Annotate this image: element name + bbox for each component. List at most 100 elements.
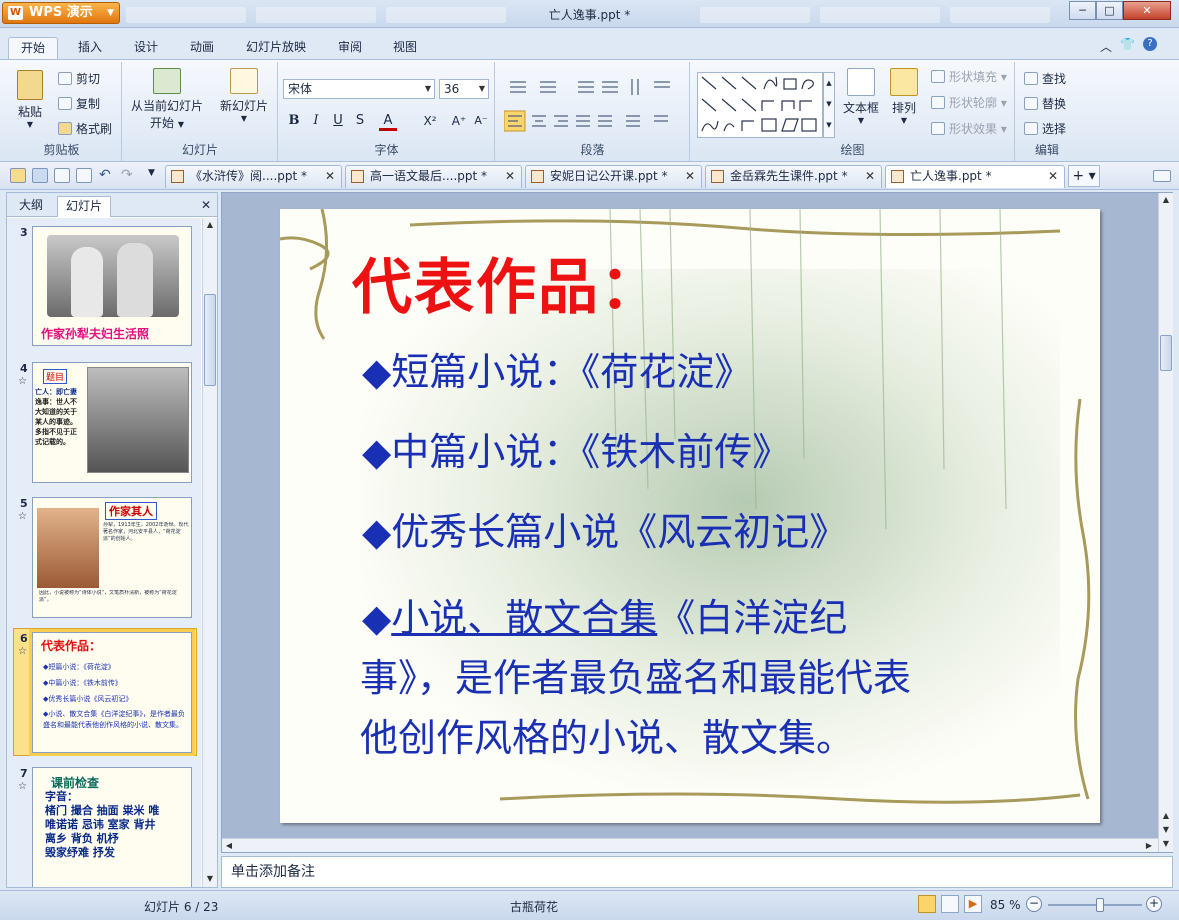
close-button[interactable]: ✕ xyxy=(1123,1,1171,20)
tab-animation[interactable]: 动画 xyxy=(178,37,226,59)
italic-button[interactable]: I xyxy=(307,111,325,131)
replace-button[interactable]: 替换 xyxy=(1024,95,1066,112)
doc-tab[interactable]: 《水浒传》阅....ppt * ✕ xyxy=(165,165,342,188)
grow-font-button[interactable]: A⁺ xyxy=(449,111,469,131)
close-tab-icon[interactable]: ✕ xyxy=(505,166,515,187)
slide-text-line[interactable]: 他创作风格的小说、散文集。 xyxy=(360,707,854,762)
slide-canvas[interactable]: 代表作品： ◆短篇小说：《荷花淀》 ◆中篇小说：《铁木前传》 ◆优秀长篇小说《风… xyxy=(280,209,1100,823)
tab-design[interactable]: 设计 xyxy=(122,37,170,59)
underline-button[interactable]: U xyxy=(329,111,347,131)
new-slide-button[interactable]: 新幻灯片 ▼ xyxy=(216,68,272,123)
next-slide-icon[interactable]: ▼ xyxy=(1159,837,1173,851)
cut-button[interactable]: 剪切 xyxy=(58,70,100,87)
paragraph-tools-icon[interactable] xyxy=(504,76,684,146)
select-button[interactable]: 选择 xyxy=(1024,120,1066,137)
arrange-button[interactable]: 排列 ▼ xyxy=(887,68,921,125)
font-color-button[interactable]: A xyxy=(379,111,397,131)
save-icon[interactable] xyxy=(32,168,48,183)
slideshow-icon xyxy=(153,68,181,94)
slide-text-line[interactable]: ◆优秀长篇小说《风云初记》 xyxy=(362,501,847,556)
slide-text-line[interactable]: ◆中篇小说：《铁木前传》 xyxy=(362,421,790,476)
doc-tab[interactable]: 高一语文最后....ppt * ✕ xyxy=(345,165,522,188)
scroll-up-icon[interactable]: ▲ xyxy=(1159,193,1173,207)
notes-pane[interactable]: 单击添加备注 xyxy=(221,856,1173,888)
close-tab-icon[interactable]: ✕ xyxy=(685,166,695,187)
slide-sorter-button[interactable] xyxy=(941,895,959,913)
tab-outline[interactable]: 大纲 xyxy=(11,196,51,217)
zoom-in-button[interactable]: + xyxy=(1146,896,1162,912)
shape-fill-button[interactable]: 形状填充 ▾ xyxy=(931,68,1007,85)
scroll-down-icon[interactable]: ▲ xyxy=(1159,809,1173,823)
slide-text-line[interactable]: ◆小说、散文合集《白洋淀纪 xyxy=(362,587,847,642)
slide-thumbnail-6[interactable]: 代表作品： ◆短篇小说：《荷花淀》 ◆中篇小说：《铁木前传》 ◆优秀长篇小说《风… xyxy=(29,629,195,756)
find-button[interactable]: 查找 xyxy=(1024,70,1066,87)
slide-text-line[interactable]: 事》，是作者最负盛名和最能代表 xyxy=(360,647,911,702)
customize-toolbar-icon[interactable]: ▼ xyxy=(148,168,155,178)
select-label: 选择 xyxy=(1042,122,1067,136)
slide-thumbnail-5[interactable]: 作家其人 孙犁，1913年生，2002年逝世。现代著名作家，河北安平县人，“荷花… xyxy=(32,497,192,618)
zoom-slider-thumb[interactable] xyxy=(1095,898,1104,912)
new-tab-button[interactable]: + ▾ xyxy=(1068,165,1100,187)
doc-tab-active[interactable]: 亡人逸事.ppt * ✕ xyxy=(885,165,1065,188)
scroll-down-icon[interactable]: ▼ xyxy=(203,872,217,886)
slide-title[interactable]: 代表作品： xyxy=(352,239,662,326)
print-preview-icon[interactable] xyxy=(76,168,92,183)
shape-gallery[interactable] xyxy=(697,72,823,138)
normal-view-button[interactable] xyxy=(918,895,936,913)
minimize-button[interactable]: ─ xyxy=(1069,1,1096,20)
bold-button[interactable]: B xyxy=(285,111,303,131)
paste-label: 粘贴 xyxy=(17,105,42,119)
window-list-icon[interactable] xyxy=(1153,170,1171,182)
zoom-out-button[interactable]: − xyxy=(1026,896,1042,912)
scrollbar-thumb[interactable] xyxy=(1160,335,1172,371)
shape-effects-button[interactable]: 形状效果 ▾ xyxy=(931,120,1007,137)
close-pane-icon[interactable]: ✕ xyxy=(201,198,211,212)
scroll-left-icon[interactable]: ◀ xyxy=(222,839,236,853)
redo-icon[interactable]: ↷ xyxy=(121,167,133,183)
close-tab-icon[interactable]: ✕ xyxy=(865,166,875,187)
tab-home[interactable]: 开始 xyxy=(8,37,59,59)
textbox-button[interactable]: 文本框 ▼ xyxy=(841,68,881,125)
print-icon[interactable] xyxy=(54,168,70,183)
slide-thumbnail-7[interactable]: 课前检查 字音： 楮门 撮合 抽面 粜米 唯 唯诺诺 忌讳 室家 背井 离乡 背… xyxy=(32,767,192,887)
undo-icon[interactable]: ↶ xyxy=(99,167,111,183)
superscript-button[interactable]: X² xyxy=(419,111,441,131)
shadow-button[interactable]: S xyxy=(351,111,369,131)
slide-thumbnail-3[interactable]: 作家孙犁夫妇生活照 xyxy=(32,226,192,346)
slide-text-line[interactable]: ◆短篇小说：《荷花淀》 xyxy=(362,341,752,396)
scrollbar-thumb[interactable] xyxy=(204,294,216,386)
paste-button[interactable]: 粘贴 ▼ xyxy=(10,70,50,129)
play-from-current-button[interactable]: 从当前幻灯片 开始 ▼ xyxy=(127,68,207,131)
close-tab-icon[interactable]: ✕ xyxy=(1048,166,1058,187)
play-slideshow-button[interactable]: ▶ xyxy=(964,895,982,913)
tab-review[interactable]: 审阅 xyxy=(326,37,374,59)
editor-vertical-scrollbar[interactable]: ▲ ▲ ▼ ▼ xyxy=(1158,193,1173,852)
skin-icon[interactable]: 👕 xyxy=(1120,37,1135,51)
thumbnail-scrollbar[interactable]: ▲ ▼ xyxy=(202,218,217,887)
open-icon[interactable] xyxy=(10,168,26,183)
slides-group: 从当前幻灯片 开始 ▼ 新幻灯片 ▼ 幻灯片 xyxy=(123,62,278,161)
tab-view[interactable]: 视图 xyxy=(381,37,429,59)
scroll-down-icon[interactable]: ▼ xyxy=(1159,823,1173,837)
font-name-select[interactable]: 宋体 ▼ xyxy=(283,79,435,99)
font-size-value: 36 xyxy=(444,82,460,96)
shrink-font-button[interactable]: A⁻ xyxy=(471,111,491,131)
format-painter-button[interactable]: 格式刷 xyxy=(58,120,112,137)
font-size-select[interactable]: 36 ▼ xyxy=(439,79,489,99)
slide-thumbnail-4[interactable]: 题目 亡人：即亡妻 逸事：世人不大知道的关于某人的事迹。多指不见于正式记载的。 xyxy=(32,362,192,483)
tab-slideshow[interactable]: 幻灯片放映 xyxy=(234,37,318,59)
tab-insert[interactable]: 插入 xyxy=(66,37,114,59)
help-icon[interactable]: ? xyxy=(1143,37,1157,51)
tab-slides[interactable]: 幻灯片 xyxy=(57,196,112,217)
scroll-up-icon[interactable]: ▲ xyxy=(203,218,217,232)
close-tab-icon[interactable]: ✕ xyxy=(325,166,335,187)
collapse-ribbon-icon[interactable]: ︿ xyxy=(1100,38,1112,55)
maximize-button[interactable]: □ xyxy=(1096,1,1123,20)
shape-outline-button[interactable]: 形状轮廓 ▾ xyxy=(931,94,1007,111)
scroll-right-icon[interactable]: ▶ xyxy=(1142,839,1156,853)
doc-tab[interactable]: 金岳霖先生课件.ppt * ✕ xyxy=(705,165,882,188)
editor-horizontal-scrollbar[interactable]: ◀ ▶ xyxy=(222,838,1158,852)
copy-button[interactable]: 复制 xyxy=(58,95,100,112)
shape-gallery-scroll[interactable]: ▲ ▼ ▼ xyxy=(823,72,835,138)
doc-tab[interactable]: 安妮日记公开课.ppt * ✕ xyxy=(525,165,702,188)
